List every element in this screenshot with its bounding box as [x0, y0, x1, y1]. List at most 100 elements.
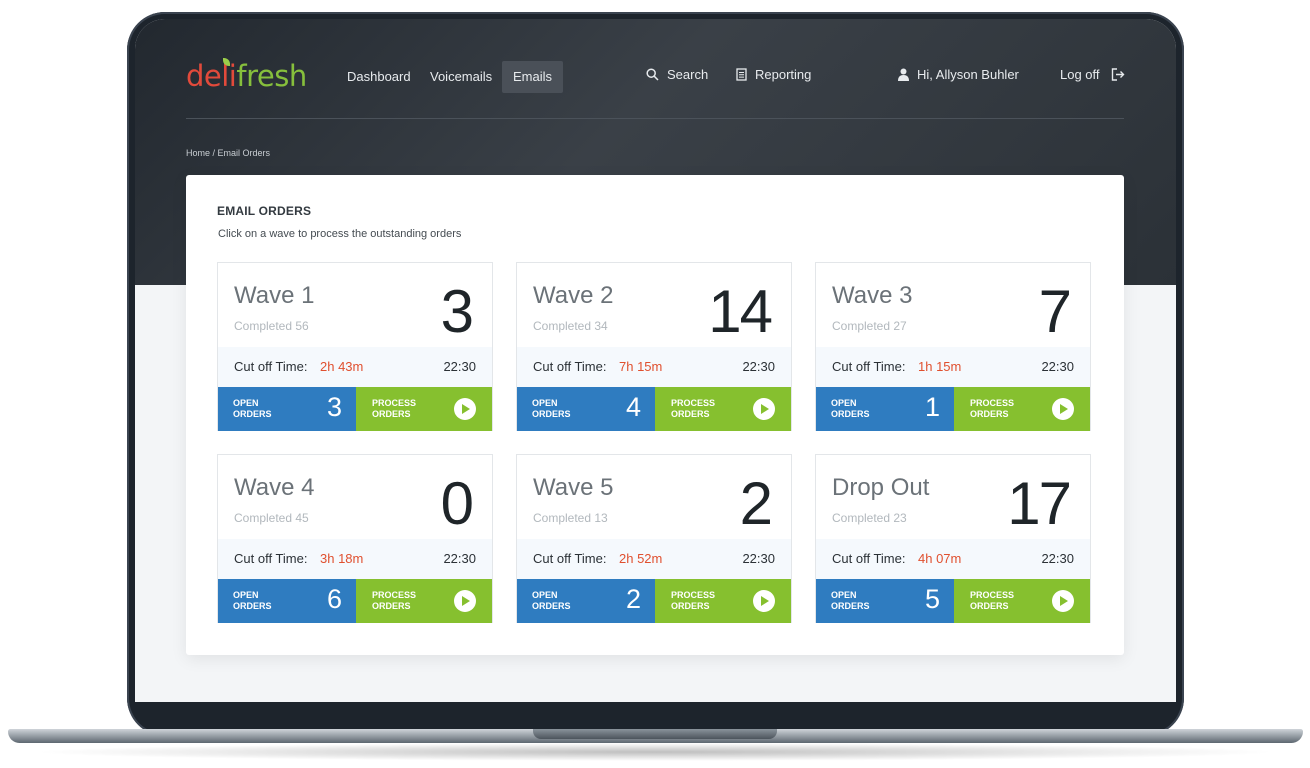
wave-outstanding-count: 14 [708, 278, 773, 345]
process-orders-label: PROCESS ORDERS [970, 398, 1015, 419]
email-orders-panel: EMAIL ORDERS Click on a wave to process … [186, 175, 1124, 655]
wave-card[interactable]: Wave 4 Completed 45 0 Cut off Time: 3h 1… [217, 454, 493, 623]
wave-outstanding-count: 17 [1007, 470, 1072, 537]
open-orders-label: OPEN ORDERS [532, 398, 571, 419]
process-orders-button[interactable]: PROCESS ORDERS [356, 579, 492, 623]
open-orders-button[interactable]: OPEN ORDERS 4 [517, 387, 655, 431]
open-orders-button[interactable]: OPEN ORDERS 6 [218, 579, 356, 623]
cutoff-row: Cut off Time: 7h 15m 22:30 [517, 347, 791, 387]
process-orders-button[interactable]: PROCESS ORDERS [655, 579, 791, 623]
wave-name: Drop Out [832, 474, 930, 501]
process-orders-button[interactable]: PROCESS ORDERS [954, 579, 1090, 623]
open-orders-button[interactable]: OPEN ORDERS 1 [816, 387, 954, 431]
cutoff-remaining: 1h 15m [918, 359, 962, 374]
cutoff-label: Cut off Time: [832, 359, 906, 374]
open-orders-count: 3 [326, 392, 342, 422]
cutoff-row: Cut off Time: 3h 18m 22:30 [218, 539, 492, 579]
nav-divider [186, 118, 1124, 119]
open-orders-count: 4 [625, 392, 641, 422]
wave-card[interactable]: Wave 2 Completed 34 14 Cut off Time: 7h … [516, 262, 792, 431]
wave-name: Wave 4 [234, 474, 315, 501]
open-orders-label: OPEN ORDERS [831, 590, 870, 611]
laptop-shadow [30, 743, 1280, 761]
nav-dashboard[interactable]: Dashboard [336, 61, 422, 93]
process-orders-label: PROCESS ORDERS [372, 398, 417, 419]
cutoff-row: Cut off Time: 4h 07m 22:30 [816, 539, 1090, 579]
open-orders-button[interactable]: OPEN ORDERS 5 [816, 579, 954, 623]
process-orders-label: PROCESS ORDERS [671, 590, 716, 611]
breadcrumb: Home / Email Orders [186, 148, 271, 158]
process-orders-label: PROCESS ORDERS [671, 398, 716, 419]
cutoff-label: Cut off Time: [234, 359, 308, 374]
open-orders-button[interactable]: OPEN ORDERS 3 [218, 387, 356, 431]
wave-name: Wave 5 [533, 474, 614, 501]
cutoff-time: 22:30 [742, 551, 775, 566]
process-orders-button[interactable]: PROCESS ORDERS [954, 387, 1090, 431]
process-orders-label: PROCESS ORDERS [372, 590, 417, 611]
logoff-label: Log off [1060, 67, 1100, 82]
cutoff-remaining: 3h 18m [320, 551, 364, 566]
wave-name: Wave 2 [533, 282, 614, 309]
play-icon [454, 398, 476, 420]
cutoff-row: Cut off Time: 2h 43m 22:30 [218, 347, 492, 387]
cutoff-time: 22:30 [742, 359, 775, 374]
wave-card[interactable]: Wave 1 Completed 56 3 Cut off Time: 2h 4… [217, 262, 493, 431]
process-orders-button[interactable]: PROCESS ORDERS [356, 387, 492, 431]
nav-user-label: Hi, Allyson Buhler [917, 67, 1019, 82]
logoff-button[interactable]: Log off [1060, 67, 1125, 82]
wave-name: Wave 3 [832, 282, 913, 309]
nav-search[interactable]: Search [646, 67, 708, 82]
open-orders-count: 1 [924, 392, 940, 422]
open-orders-label: OPEN ORDERS [831, 398, 870, 419]
nav-reporting[interactable]: Reporting [736, 67, 811, 82]
wave-completed: Completed 56 [234, 319, 309, 333]
document-icon [736, 68, 747, 81]
process-orders-label: PROCESS ORDERS [970, 590, 1015, 611]
delifresh-logo[interactable]: delifresh [186, 59, 307, 93]
play-icon [753, 398, 775, 420]
wave-outstanding-count: 2 [739, 470, 773, 537]
wave-completed: Completed 34 [533, 319, 608, 333]
cutoff-remaining: 7h 15m [619, 359, 663, 374]
process-orders-button[interactable]: PROCESS ORDERS [655, 387, 791, 431]
nav-search-label: Search [667, 67, 709, 82]
nav-voicemails[interactable]: Voicemails [419, 61, 503, 93]
cutoff-remaining: 2h 52m [619, 551, 663, 566]
cutoff-label: Cut off Time: [832, 551, 906, 566]
wave-outstanding-count: 7 [1038, 278, 1072, 345]
wave-card[interactable]: Wave 5 Completed 13 2 Cut off Time: 2h 5… [516, 454, 792, 623]
cutoff-time: 22:30 [443, 359, 476, 374]
user-icon [898, 68, 909, 81]
cutoff-label: Cut off Time: [533, 551, 607, 566]
wave-card[interactable]: Drop Out Completed 23 17 Cut off Time: 4… [815, 454, 1091, 623]
cutoff-row: Cut off Time: 1h 15m 22:30 [816, 347, 1090, 387]
page-subtitle: Click on a wave to process the outstandi… [218, 228, 462, 240]
wave-outstanding-count: 3 [440, 278, 474, 345]
play-icon [1052, 398, 1074, 420]
nav-emails[interactable]: Emails [502, 61, 564, 93]
open-orders-label: OPEN ORDERS [233, 590, 272, 611]
cutoff-label: Cut off Time: [234, 551, 308, 566]
open-orders-label: OPEN ORDERS [233, 398, 272, 419]
page-title: EMAIL ORDERS [217, 204, 312, 218]
play-icon [454, 590, 476, 612]
play-icon [753, 590, 775, 612]
cutoff-time: 22:30 [1041, 359, 1074, 374]
wave-completed: Completed 45 [234, 511, 309, 525]
open-orders-count: 2 [625, 584, 641, 614]
cutoff-row: Cut off Time: 2h 52m 22:30 [517, 539, 791, 579]
wave-outstanding-count: 0 [440, 470, 474, 537]
open-orders-count: 5 [924, 584, 940, 614]
laptop-screen: delifresh Dashboard Voicemails Emails Se… [135, 19, 1176, 702]
nav-user[interactable]: Hi, Allyson Buhler [898, 67, 1019, 82]
cutoff-time: 22:30 [1041, 551, 1074, 566]
wave-completed: Completed 23 [832, 511, 907, 525]
open-orders-button[interactable]: OPEN ORDERS 2 [517, 579, 655, 623]
wave-card[interactable]: Wave 3 Completed 27 7 Cut off Time: 1h 1… [815, 262, 1091, 431]
logout-icon [1111, 68, 1125, 81]
search-icon [646, 68, 659, 81]
cutoff-time: 22:30 [443, 551, 476, 566]
play-icon [1052, 590, 1074, 612]
open-orders-count: 6 [326, 584, 342, 614]
wave-completed: Completed 27 [832, 319, 907, 333]
